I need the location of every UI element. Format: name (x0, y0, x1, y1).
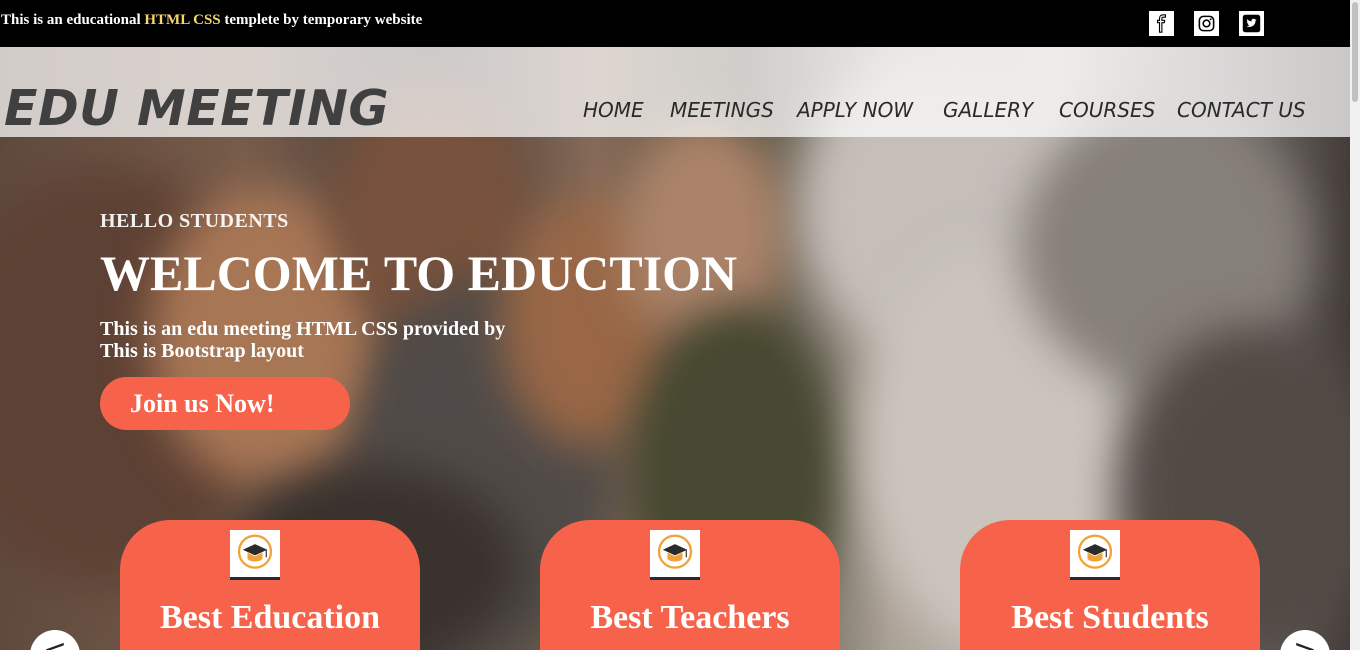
topbar-text-before: This is an educational (1, 12, 145, 28)
hero-subtitle: HELLO STUDENTS (100, 210, 289, 232)
nav-contact-us[interactable]: CONTACT US (1177, 98, 1306, 122)
nav-courses[interactable]: COURSES (1059, 98, 1155, 122)
top-bar: This is an educational HTML CSS templete… (0, 0, 1360, 47)
scrollbar-thumb[interactable] (1352, 2, 1358, 102)
hero-description-line-2: This is Bootstrap layout (100, 340, 304, 362)
topbar-text-highlight: HTML CSS (144, 12, 221, 28)
page-scrollbar[interactable] (1350, 0, 1360, 650)
nav-apply-now[interactable]: APPLY NOW (797, 98, 913, 122)
brand-logo[interactable]: EDU MEETING (4, 84, 389, 133)
graduation-cap-icon (230, 530, 280, 580)
feature-card-title: Best Education (159, 599, 381, 636)
hero-description-line-1: This is an edu meeting HTML CSS provided… (100, 318, 506, 340)
hero-title: WELCOME TO EDUCTION (100, 245, 738, 301)
nav-home[interactable]: HOME (583, 98, 644, 122)
nav-meetings[interactable]: MEETINGS (670, 98, 774, 122)
feature-card-teachers[interactable]: Best Teachers (540, 520, 840, 650)
feature-card-students[interactable]: Best Students (960, 520, 1260, 650)
instagram-link[interactable] (1194, 11, 1219, 36)
facebook-link[interactable] (1149, 11, 1174, 36)
hero-description: This is an edu meeting HTML CSS provided… (100, 318, 505, 362)
graduation-cap-icon (1070, 530, 1120, 580)
topbar-text-after: templete by temporary website (220, 12, 423, 28)
feature-card-education[interactable]: Best Education (120, 520, 420, 650)
twitter-link[interactable] (1239, 11, 1264, 36)
instagram-icon (1198, 15, 1215, 32)
graduation-cap-icon (650, 530, 700, 580)
facebook-icon (1156, 14, 1167, 33)
feature-card-title: Best Students (1011, 599, 1209, 636)
nav-gallery[interactable]: GALLERY (943, 98, 1033, 122)
chevron-right-icon: > (1293, 633, 1317, 650)
topbar-text: This is an educational HTML CSS templete… (1, 12, 422, 29)
chevron-left-icon: < (43, 633, 67, 650)
join-us-button[interactable]: Join us Now! (100, 377, 350, 430)
twitter-icon (1242, 14, 1261, 33)
feature-card-title: Best Teachers (590, 599, 790, 636)
